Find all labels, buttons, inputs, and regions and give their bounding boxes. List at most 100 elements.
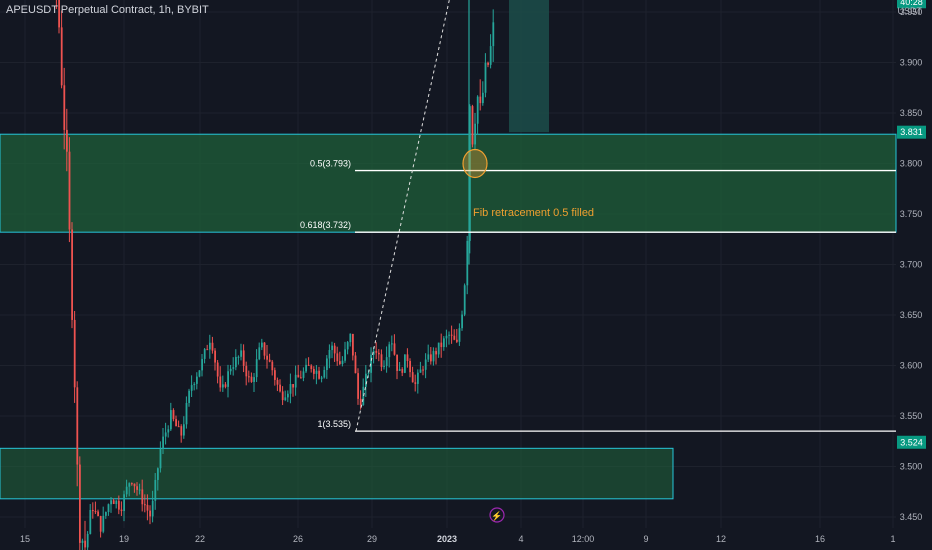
- candle-body: [422, 369, 424, 371]
- candle-body: [487, 62, 489, 65]
- candle-body: [66, 129, 68, 152]
- candle-body: [411, 372, 414, 383]
- candle-body: [97, 511, 99, 517]
- candle-body: [240, 350, 242, 357]
- candle-body: [315, 370, 318, 374]
- candle-body: [297, 374, 300, 378]
- price-chart[interactable]: 0(4.052)0.5(3.793)0.618(3.732)1(3.535)1H…: [0, 0, 932, 550]
- candle-body: [237, 356, 240, 358]
- candle-body: [458, 328, 461, 342]
- candle-body: [391, 343, 393, 345]
- candle-body: [115, 500, 118, 505]
- candle-body: [141, 489, 144, 505]
- candle-body: [284, 397, 287, 401]
- green-zone-low: [0, 447, 674, 500]
- y-tick-label: 3.600: [900, 361, 923, 371]
- candle-body: [255, 359, 258, 378]
- candle-body: [489, 46, 492, 65]
- candle-body: [401, 369, 404, 373]
- candle-body: [396, 354, 398, 371]
- candle-body: [128, 483, 131, 487]
- fib-note-label: Fib retracement 0.5 filled: [473, 207, 594, 219]
- candle-body: [73, 319, 76, 388]
- candle-body: [445, 335, 448, 339]
- candle-body: [378, 352, 380, 355]
- currency-label: USDT: [897, 6, 923, 16]
- candle-body: [414, 382, 417, 384]
- candle-body: [437, 342, 440, 355]
- candle-body: [120, 509, 123, 512]
- candle-body: [211, 342, 214, 351]
- candle-body: [151, 500, 154, 517]
- candle-body: [341, 360, 344, 364]
- candle-body: [206, 349, 209, 351]
- candle-body: [144, 504, 146, 506]
- candle-body: [167, 429, 170, 433]
- candle-body: [268, 359, 271, 362]
- candle-body: [214, 350, 216, 363]
- candle-body: [448, 334, 450, 336]
- candle-body: [276, 379, 279, 385]
- y-tick-label: 3.850: [900, 108, 923, 118]
- candle-body: [71, 229, 73, 320]
- candle-body: [331, 345, 333, 351]
- candle-body: [271, 361, 274, 371]
- candle-body: [107, 504, 110, 513]
- candle-body: [201, 358, 203, 371]
- candle-body: [463, 285, 466, 315]
- candle-body: [245, 365, 248, 377]
- candle-body: [60, 27, 63, 86]
- candle-body: [92, 510, 94, 512]
- fib-label: 0.5(3.793): [310, 159, 351, 169]
- candle-body: [453, 335, 456, 340]
- candle-body: [149, 510, 151, 517]
- x-axis: 15 19 22 26 29 2023 4 12:00 9 12 16 1: [20, 534, 896, 544]
- candle-body: [146, 504, 149, 511]
- candle-body: [287, 393, 289, 398]
- candle-body: [328, 350, 331, 359]
- candle-body: [170, 410, 172, 430]
- fib-label: 0.618(3.732): [300, 220, 351, 230]
- candle-body: [198, 370, 201, 377]
- candle-body: [222, 384, 224, 388]
- candle-body: [193, 383, 196, 386]
- x-tick-label: 12: [716, 534, 726, 544]
- candle-body: [266, 355, 268, 360]
- candle-body: [323, 369, 326, 378]
- candle-body: [492, 22, 495, 47]
- candle-body: [461, 314, 463, 329]
- x-tick-label: 4: [518, 534, 523, 544]
- candle-body: [112, 500, 115, 505]
- x-tick-label: 15: [20, 534, 30, 544]
- candle-body: [63, 85, 66, 130]
- fib-fill-circle: [462, 148, 488, 179]
- green-zone-mid: [0, 133, 897, 233]
- candle-body: [219, 376, 222, 388]
- candle-body: [229, 368, 232, 372]
- candle-body: [359, 398, 362, 405]
- candle-body: [313, 368, 315, 374]
- candle-body: [76, 387, 79, 465]
- candle-body: [333, 345, 336, 354]
- candle-body: [86, 533, 89, 548]
- candle-body: [250, 376, 253, 382]
- candle-body: [81, 540, 84, 543]
- y-tick-label: 3.700: [900, 260, 923, 270]
- candle-body: [131, 483, 133, 485]
- y-tick-label: 3.650: [900, 310, 923, 320]
- candle-body: [326, 358, 328, 370]
- candle-body: [352, 333, 354, 356]
- candle-body: [89, 510, 92, 534]
- candle-body: [133, 483, 136, 487]
- candle-body: [456, 339, 458, 342]
- candle-body: [417, 372, 419, 384]
- candle-body: [289, 384, 292, 394]
- candle-body: [175, 419, 177, 427]
- y-tick-label: 3.750: [900, 209, 923, 219]
- candle-body: [164, 432, 167, 437]
- y-axis: 4.3004.2504.2004.1504.1004.0504.0003.950…: [900, 7, 923, 522]
- x-tick-label: 22: [195, 534, 205, 544]
- candle-body: [68, 151, 71, 230]
- y-tick-label: 3.900: [900, 58, 923, 68]
- y-tick-label: 3.500: [900, 462, 923, 472]
